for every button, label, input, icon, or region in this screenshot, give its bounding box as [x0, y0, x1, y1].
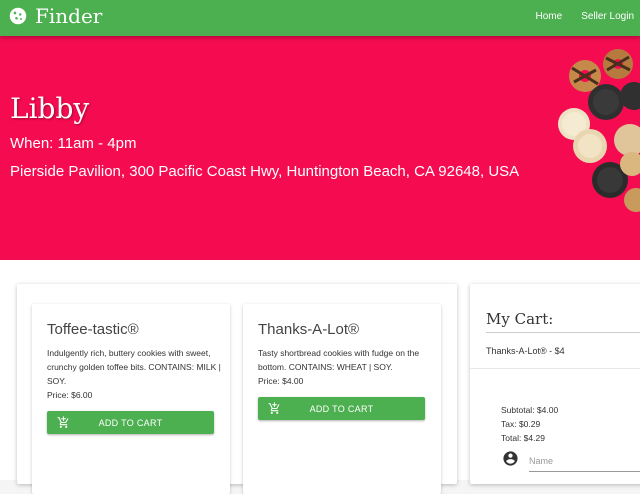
name-input[interactable] — [529, 450, 640, 472]
product-price: Price: $4.00 — [258, 376, 304, 386]
brand-name: Finder — [35, 4, 103, 28]
add-shopping-cart-icon — [268, 402, 280, 414]
top-navbar: Finder Home Seller Login — [0, 0, 640, 36]
cookie-assortment-image — [558, 49, 640, 212]
cart-title: My Cart: — [486, 310, 554, 328]
divider — [470, 368, 640, 369]
cookie-icon — [9, 7, 27, 25]
cart-panel: My Cart: Thanks-A-Lot® - $4 Subtotal: $4… — [470, 284, 640, 484]
main-content: Toffee-tastic® Indulgently rich, buttery… — [0, 260, 640, 494]
brand[interactable]: Finder — [9, 4, 102, 28]
product-description-text: Indulgently rich, buttery cookies with s… — [47, 348, 221, 386]
products-panel: Toffee-tastic® Indulgently rich, buttery… — [17, 284, 457, 494]
product-price: Price: $6.00 — [47, 390, 93, 400]
seller-name: Libby — [10, 92, 90, 125]
nav-links: Home Seller Login — [517, 11, 635, 22]
nav-link-seller-login[interactable]: Seller Login — [581, 11, 634, 22]
nav-link-home[interactable]: Home — [536, 11, 563, 22]
product-card: Thanks-A-Lot® Tasty shortbread cookies w… — [243, 304, 441, 494]
add-to-cart-button[interactable]: ADD TO CART — [47, 411, 214, 434]
product-description-text: Tasty shortbread cookies with fudge on t… — [258, 348, 420, 372]
cart-total: Total: $4.29 — [501, 433, 545, 443]
add-to-cart-label: ADD TO CART — [309, 403, 374, 414]
sale-hours: When: 11am - 4pm — [10, 135, 137, 152]
cart-tax: Tax: $0.29 — [501, 419, 541, 429]
cart-subtotal: Subtotal: $4.00 — [501, 405, 559, 415]
product-card: Toffee-tastic® Indulgently rich, buttery… — [32, 304, 230, 494]
cart-totals: Subtotal: $4.00 Tax: $0.29 Total: $4.29 — [501, 403, 558, 445]
product-title: Toffee-tastic® — [47, 321, 139, 338]
add-to-cart-button[interactable]: ADD TO CART — [258, 397, 425, 420]
product-description: Indulgently rich, buttery cookies with s… — [47, 346, 222, 402]
sale-address: Pierside Pavilion, 300 Pacific Coast Hwy… — [10, 163, 520, 180]
divider — [486, 332, 640, 333]
add-to-cart-label: ADD TO CART — [98, 417, 163, 428]
seller-hero-banner: Libby When: 11am - 4pm Pierside Pavilion… — [0, 36, 640, 260]
product-title: Thanks-A-Lot® — [258, 321, 360, 338]
account-circle-icon — [503, 451, 518, 466]
add-shopping-cart-icon — [57, 416, 69, 428]
product-description: Tasty shortbread cookies with fudge on t… — [258, 346, 433, 388]
cart-item[interactable]: Thanks-A-Lot® - $4 — [486, 346, 565, 356]
